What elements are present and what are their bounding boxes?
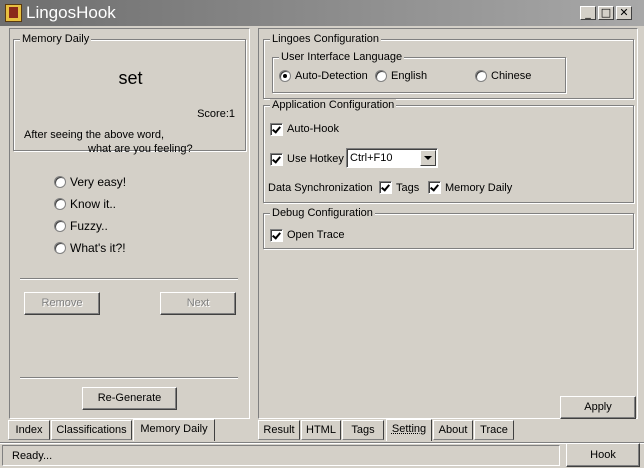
checkbox[interactable]: [428, 181, 441, 194]
option-very-easy[interactable]: Very easy!: [54, 175, 174, 191]
title-bar[interactable]: LingosHook _ □ ✕: [0, 0, 644, 26]
open-trace-checkbox[interactable]: Open Trace: [270, 229, 360, 243]
hook-button[interactable]: Hook: [566, 443, 640, 467]
tab-setting[interactable]: Setting: [386, 419, 432, 441]
debug-config-group: Debug Configuration Open Trace: [263, 207, 634, 249]
auto-hook-checkbox[interactable]: Auto-Hook: [270, 123, 360, 137]
chevron-down-icon[interactable]: [420, 150, 436, 166]
tab-trace[interactable]: Trace: [474, 420, 514, 440]
status-text: Ready...: [12, 450, 53, 462]
tab-tags[interactable]: Tags: [342, 420, 384, 440]
app-icon: [5, 4, 22, 22]
option-label: Very easy!: [70, 175, 127, 189]
lang-english[interactable]: English: [375, 70, 445, 84]
lang-label: English: [391, 70, 428, 82]
debug-config-title: Debug Configuration: [270, 207, 375, 219]
tab-index[interactable]: Index: [8, 420, 50, 440]
remove-button[interactable]: Remove: [24, 292, 100, 315]
memory-daily-sync-checkbox[interactable]: Memory Daily: [428, 181, 518, 195]
next-button[interactable]: Next: [160, 292, 236, 315]
memory-daily-group-title: Memory Daily: [20, 33, 92, 45]
lingoes-config-title: Lingoes Configuration: [270, 33, 382, 45]
tab-classifications[interactable]: Classifications: [51, 420, 132, 440]
radio-button[interactable]: [54, 220, 66, 232]
lang-auto-detection[interactable]: Auto-Detection: [279, 70, 379, 84]
auto-hook-label: Auto-Hook: [287, 123, 339, 135]
settings-panel: Lingoes Configuration User Interface Lan…: [258, 28, 638, 419]
ui-language-group: User Interface Language Auto-Detection E…: [272, 51, 566, 93]
tab-html[interactable]: HTML: [301, 420, 341, 440]
ui-language-title: User Interface Language: [279, 51, 405, 63]
option-fuzzy[interactable]: Fuzzy..: [54, 219, 174, 235]
radio-button[interactable]: [54, 242, 66, 254]
hotkey-value: Ctrl+F10: [350, 152, 393, 164]
radio-button[interactable]: [54, 198, 66, 210]
lang-label: Auto-Detection: [295, 70, 368, 82]
tab-about[interactable]: About: [433, 420, 473, 440]
lang-chinese[interactable]: Chinese: [475, 70, 545, 84]
window-title: LingosHook: [26, 3, 116, 22]
option-label: What's it?!: [70, 241, 126, 255]
close-icon[interactable]: ✕: [616, 6, 632, 20]
lingoes-config-group: Lingoes Configuration User Interface Lan…: [263, 33, 634, 99]
minimize-icon[interactable]: _: [580, 6, 596, 20]
question-line-1: After seeing the above word,: [24, 129, 165, 141]
checkbox[interactable]: [379, 181, 392, 194]
memory-daily-sync-label: Memory Daily: [445, 182, 513, 194]
tags-sync-checkbox[interactable]: Tags: [379, 181, 429, 195]
memory-daily-panel: Memory Daily set Score:1 After seeing th…: [9, 28, 250, 419]
question-line-2: what are you feeling?: [88, 143, 193, 155]
hotkey-select[interactable]: Ctrl+F10: [346, 148, 438, 168]
tab-memory-daily[interactable]: Memory Daily: [133, 419, 215, 441]
option-label: Know it..: [70, 197, 117, 211]
status-bar: Ready... Hook: [0, 442, 644, 468]
option-label: Fuzzy..: [70, 219, 108, 233]
divider: [0, 442, 644, 444]
lang-label: Chinese: [491, 70, 532, 82]
right-tab-strip: Result HTML Tags Setting About Trace: [258, 419, 638, 442]
checkbox[interactable]: [270, 153, 283, 166]
divider: [20, 377, 238, 379]
option-know-it[interactable]: Know it..: [54, 197, 174, 213]
maximize-icon[interactable]: □: [598, 6, 614, 20]
use-hotkey-checkbox[interactable]: Use Hotkey: [270, 153, 350, 167]
left-tab-strip: Index Classifications Memory Daily: [8, 419, 253, 442]
checkbox[interactable]: [270, 229, 283, 242]
option-whats-it[interactable]: What's it?!: [54, 241, 174, 257]
regenerate-button[interactable]: Re-Generate: [82, 387, 177, 410]
status-text-pane: Ready...: [2, 445, 560, 466]
radio-button[interactable]: [279, 70, 291, 82]
radio-button[interactable]: [475, 70, 487, 82]
open-trace-label: Open Trace: [287, 229, 345, 241]
memory-word: set: [118, 68, 143, 88]
radio-button[interactable]: [54, 176, 66, 188]
app-config-group: Application Configuration Auto-Hook Use …: [263, 99, 634, 203]
use-hotkey-label: Use Hotkey: [287, 153, 344, 165]
checkbox[interactable]: [270, 123, 283, 136]
tags-sync-label: Tags: [396, 182, 420, 194]
radio-button[interactable]: [375, 70, 387, 82]
score-label: Score:1: [197, 108, 235, 120]
data-sync-label: Data Synchronization: [268, 182, 373, 194]
app-config-title: Application Configuration: [270, 99, 397, 111]
divider: [20, 278, 238, 280]
apply-button[interactable]: Apply: [560, 396, 636, 419]
tab-result[interactable]: Result: [258, 420, 300, 440]
